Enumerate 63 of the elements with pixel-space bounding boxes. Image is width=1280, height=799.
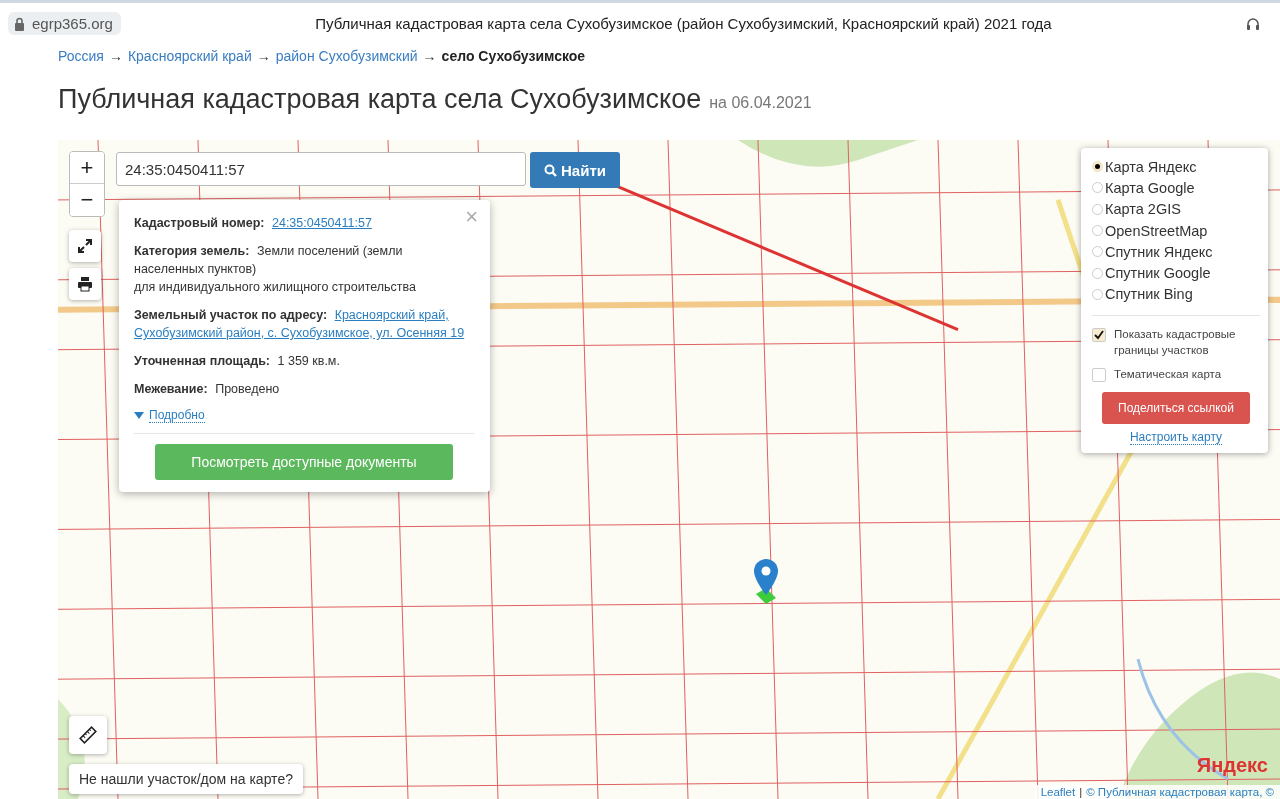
- field-link[interactable]: Сухобузимский район, с. Сухобузимское, ул. Осенняя 19: [134, 324, 465, 342]
- address-bar[interactable]: egrp365.org: [8, 12, 121, 35]
- layer-label[interactable]: Карта Яндекс: [1105, 158, 1197, 175]
- field-value: 1 359 кв.м.: [277, 354, 340, 368]
- field-link[interactable]: Красноярский край,: [334, 308, 449, 322]
- layer-label[interactable]: OpenStreetMap: [1105, 222, 1208, 239]
- breadcrumb-separator: →: [256, 48, 271, 64]
- overlay-label[interactable]: Показать кадастровые границы участков: [1114, 326, 1260, 359]
- breadcrumb-link[interactable]: Красноярский край: [127, 48, 252, 64]
- field-label: Кадастровый номер:: [134, 216, 265, 230]
- print-button[interactable]: [69, 268, 101, 300]
- expand-icon: [77, 238, 93, 254]
- radio-button[interactable]: [1092, 203, 1103, 215]
- page-title: Публичная кадастровая карта села Сухобузимское (район Сухобузимский, Красноярский край) 2021 года: [314, 15, 1053, 32]
- radio-button[interactable]: [1092, 182, 1103, 194]
- url-text: egrp365.org: [32, 15, 113, 32]
- headphones-icon[interactable]: [1246, 17, 1260, 30]
- not-found-button[interactable]: Не нашли участок/дом на карте?: [69, 764, 303, 794]
- page-heading: Публичная кадастровая карта села Сухобузимское: [58, 84, 702, 115]
- breadcrumb-separator: →: [108, 48, 123, 64]
- field-label: Уточненная площадь:: [134, 354, 271, 368]
- share-link-button[interactable]: Поделиться ссылкой: [1102, 392, 1250, 425]
- map-logo: Яндекс: [1196, 754, 1268, 777]
- search-icon: [544, 163, 557, 177]
- layer-label[interactable]: Спутник Bing: [1105, 286, 1193, 303]
- zoom-in-button[interactable]: +: [70, 152, 104, 184]
- field-label: Земельный участок по адресу:: [134, 308, 328, 322]
- breadcrumb-current: село Сухобузимское: [441, 48, 586, 64]
- breadcrumb-link[interactable]: район Сухобузимский: [275, 48, 418, 64]
- breadcrumb-separator: →: [422, 48, 437, 64]
- lock-icon: [14, 16, 25, 31]
- field-value: Проведено: [215, 382, 280, 396]
- radio-button[interactable]: [1092, 246, 1103, 258]
- map-settings-link[interactable]: Настроить карту: [1129, 430, 1223, 446]
- ruler-icon: [79, 726, 97, 744]
- radio-button[interactable]: [1092, 267, 1103, 279]
- radio-button[interactable]: [1092, 161, 1103, 173]
- radio-button[interactable]: [1092, 288, 1103, 300]
- field-value: населенных пунктов): [134, 261, 257, 278]
- field-value: для индивидуального жилищного строительства: [134, 279, 417, 296]
- attribution-separator: |: [1079, 786, 1083, 798]
- fullscreen-button[interactable]: [69, 230, 101, 262]
- details-link[interactable]: Подробно: [149, 408, 205, 423]
- breadcrumb-link[interactable]: Россия: [58, 48, 104, 64]
- heading-date: на 06.04.2021: [709, 94, 812, 112]
- field-label: Категория земель:: [134, 244, 250, 258]
- checkbox[interactable]: [1092, 368, 1106, 383]
- leaflet-link[interactable]: Leaflet: [1040, 786, 1076, 798]
- printer-icon: [77, 276, 93, 292]
- field-link[interactable]: 24:35:0450411:57: [272, 216, 372, 230]
- radio-button[interactable]: [1092, 225, 1103, 237]
- layer-label[interactable]: Спутник Яндекс: [1105, 243, 1213, 260]
- overlay-label[interactable]: Тематическая карта: [1114, 366, 1222, 383]
- ruler-button[interactable]: [69, 716, 107, 754]
- field-value: Земли поселений (земли: [256, 244, 403, 258]
- layer-label[interactable]: Карта 2GIS: [1105, 201, 1181, 218]
- field-label: Межевание:: [134, 382, 208, 396]
- layer-label[interactable]: Карта Google: [1105, 179, 1195, 196]
- search-button[interactable]: Найти: [530, 152, 620, 188]
- attribution-link[interactable]: © Публичная кадастровая карта, ©: [1086, 786, 1274, 798]
- checkbox[interactable]: [1092, 328, 1106, 343]
- cadastral-search-field[interactable]: 24:35:0450411:57: [116, 152, 526, 186]
- layer-label[interactable]: Спутник Google: [1105, 265, 1211, 282]
